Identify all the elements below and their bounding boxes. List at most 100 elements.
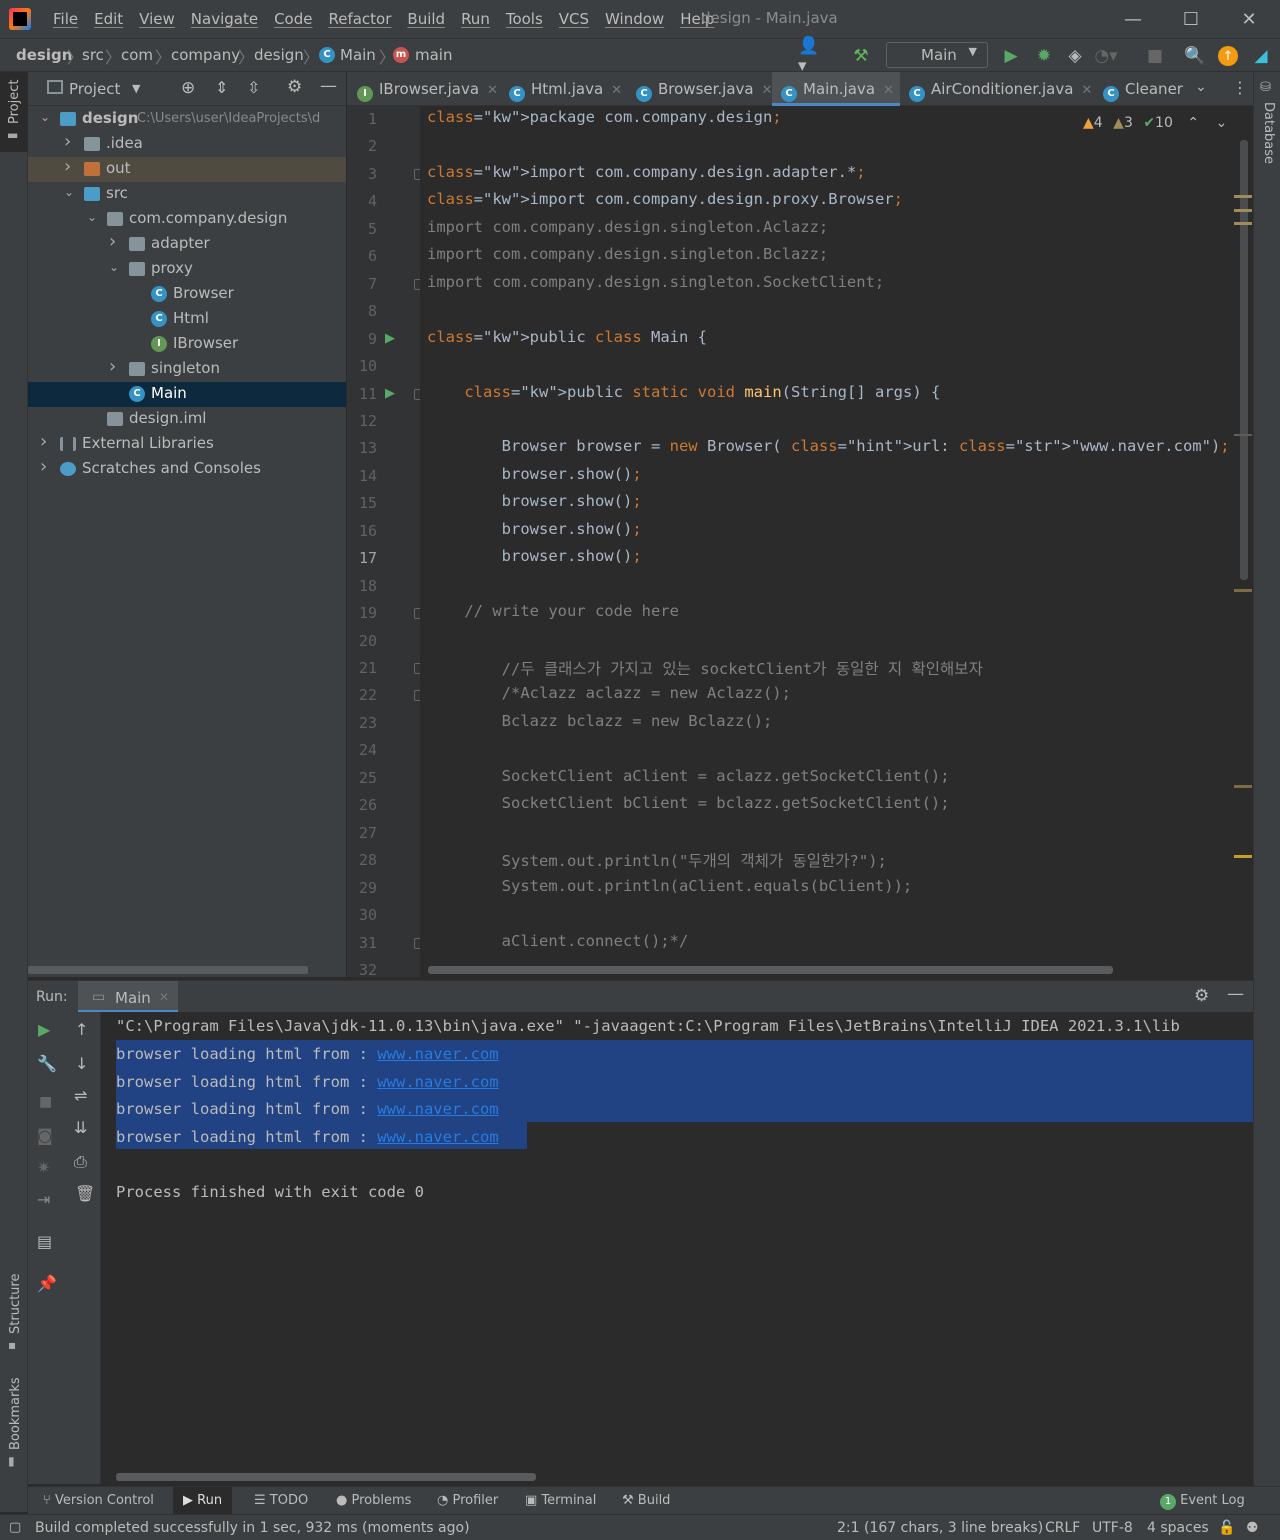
tool-problems[interactable]: ● Problems	[336, 1493, 411, 1508]
chevron-down-icon[interactable]: ⌄	[40, 110, 50, 124]
tree-item-browser[interactable]: C Browser	[28, 282, 346, 307]
hide-panel-icon[interactable]: —	[320, 76, 337, 96]
tree-item-singleton[interactable]: › singleton	[28, 356, 346, 382]
restore-layout-icon[interactable]: ✷	[37, 1158, 50, 1177]
tree-item-main[interactable]: C Main	[28, 382, 346, 407]
close-tab-icon[interactable]: ✕	[487, 83, 498, 98]
intellij-logo-icon[interactable]	[9, 8, 31, 30]
profile-icon[interactable]: ◔▾	[1094, 45, 1117, 67]
output-link[interactable]: www.naver.com	[377, 1128, 498, 1146]
close-tab-icon[interactable]: ✕	[1081, 83, 1092, 98]
tab-airconditioner[interactable]: C AirConditioner.java ✕	[909, 72, 1092, 106]
code-line[interactable]: System.out.println(aClient.equals(bClien…	[427, 877, 913, 895]
chevron-down-icon[interactable]: ⌄	[87, 210, 97, 224]
maximize-icon[interactable]: ☐	[1162, 0, 1220, 38]
menu-item-code[interactable]: Code	[266, 10, 320, 28]
unlock-icon[interactable]: 🔓	[1218, 1520, 1235, 1536]
tree-item--idea[interactable]: › .idea	[28, 131, 346, 157]
breadcrumb-design-package[interactable]: design	[254, 46, 304, 64]
tab-cleaner[interactable]: C Cleaner	[1103, 72, 1183, 106]
previous-highlight-icon[interactable]: ⌃	[1187, 115, 1199, 131]
code-line[interactable]: aClient.connect();*/	[427, 932, 689, 950]
run-gutter-icon[interactable]: ▶	[385, 386, 395, 401]
camera-icon[interactable]: ◙	[37, 1126, 53, 1145]
rerun-icon[interactable]: ▶	[38, 1020, 50, 1039]
code-line[interactable]: class="kw">package com.company.design;	[427, 108, 782, 126]
code-line[interactable]: browser.show();	[427, 492, 642, 510]
tool-todo[interactable]: ☰ TODO	[254, 1493, 308, 1508]
build-hammer-icon[interactable]: ⚒	[850, 45, 872, 67]
caret-position[interactable]: 2:1 (167 chars, 3 line breaks)	[837, 1520, 1043, 1536]
exit-icon[interactable]: ⇥	[37, 1190, 50, 1209]
stop-icon[interactable]: ■	[1144, 45, 1166, 67]
tree-item-ibrowser[interactable]: I IBrowser	[28, 332, 346, 357]
breadcrumb-main-class[interactable]: Main	[340, 46, 376, 64]
user-icon[interactable]: 👤▾	[798, 36, 820, 76]
update-icon[interactable]: ↑	[1218, 46, 1238, 66]
close-tab-icon[interactable]: ✕	[762, 83, 773, 98]
project-tool-label[interactable]: Project	[7, 80, 22, 124]
menu-item-window[interactable]: Window	[597, 10, 672, 28]
layout-icon[interactable]: ▤	[37, 1232, 52, 1251]
menu-item-view[interactable]: View	[131, 10, 183, 28]
editor-scrollbar[interactable]	[1240, 140, 1248, 580]
code-line[interactable]: //두 클래스가 가지고 있는 socketClient가 동일한 지 확인해보…	[427, 657, 983, 679]
run-gutter-icon[interactable]: ▶	[385, 331, 395, 346]
error-stripe-mark[interactable]	[1234, 195, 1252, 198]
error-stripe-mark[interactable]	[1234, 222, 1252, 225]
chevron-down-icon[interactable]: ⌄	[64, 185, 74, 199]
chevron-right-icon[interactable]: ›	[40, 431, 47, 452]
close-tab-icon[interactable]: ✕	[611, 83, 622, 98]
indent-setting[interactable]: 4 spaces	[1147, 1520, 1209, 1536]
output-link[interactable]: www.naver.com	[377, 1073, 498, 1091]
code-line[interactable]: import com.company.design.singleton.Acla…	[427, 218, 828, 236]
line-separator[interactable]: CRLF	[1045, 1520, 1080, 1536]
code-line[interactable]: import com.company.design.singleton.Sock…	[427, 273, 884, 291]
code-line[interactable]: Bclazz bclazz = new Bclazz();	[427, 712, 773, 730]
structure-tool-label[interactable]: Structure	[8, 1274, 23, 1334]
hide-panel-icon[interactable]: —	[1227, 984, 1244, 1004]
tree-item-external-libraries[interactable]: › External Libraries	[28, 431, 346, 457]
code-line[interactable]: class="kw">import com.company.design.pro…	[427, 190, 903, 208]
breadcrumb-src[interactable]: src	[82, 46, 104, 64]
code-line[interactable]: import com.company.design.singleton.Bcla…	[427, 245, 828, 263]
coverage-icon[interactable]: ◈	[1064, 45, 1086, 67]
close-tab-icon[interactable]: ✕	[883, 83, 894, 98]
error-stripe-mark[interactable]	[1234, 855, 1252, 858]
breadcrumb-company[interactable]: company	[171, 46, 240, 64]
down-arrow-icon[interactable]: ↓	[75, 1054, 88, 1073]
output-link[interactable]: www.naver.com	[377, 1045, 498, 1063]
breadcrumb-design[interactable]: design	[16, 46, 72, 64]
status-message[interactable]: Build completed successfully in 1 sec, 9…	[35, 1520, 470, 1536]
menu-item-tools[interactable]: Tools	[498, 10, 551, 28]
collapse-all-icon[interactable]: ⇳	[247, 78, 260, 97]
tree-item-scratches-and-consoles[interactable]: › Scratches and Consoles	[28, 456, 346, 482]
tree-item-design[interactable]: ⌄ design C:\Users\user\IdeaProjects\d	[28, 107, 346, 132]
menu-item-vcs[interactable]: VCS	[551, 10, 597, 28]
up-arrow-icon[interactable]: ↑	[75, 1020, 88, 1039]
pin-icon[interactable]: 📌	[37, 1274, 57, 1293]
menu-item-build[interactable]: Build	[399, 10, 453, 28]
menu-item-refactor[interactable]: Refactor	[320, 10, 399, 28]
inspector-icon[interactable]: ⚉	[1246, 1520, 1259, 1536]
output-link[interactable]: www.naver.com	[377, 1100, 498, 1118]
code-line[interactable]: SocketClient aClient = aclazz.getSocketC…	[427, 767, 950, 785]
run-configuration-select[interactable]: Main ▼	[886, 42, 988, 68]
code-line[interactable]: /*Aclazz aclazz = new Aclazz();	[427, 684, 791, 702]
error-stripe-mark[interactable]	[1234, 785, 1252, 788]
tab-html[interactable]: C Html.java ✕	[509, 72, 622, 106]
tab-browser[interactable]: C Browser.java ✕	[636, 72, 773, 106]
code-line[interactable]: class="kw">import com.company.design.ada…	[427, 163, 866, 181]
tree-item-src[interactable]: ⌄ src	[28, 182, 346, 207]
editor-horizontal-scrollbar[interactable]	[428, 966, 1113, 974]
code-line[interactable]: System.out.println("두개의 객체가 동일한가?");	[427, 849, 887, 871]
tree-item-com-company-design[interactable]: ⌄ com.company.design	[28, 207, 346, 232]
toggle-tool-window-icon[interactable]: ▢	[9, 1520, 21, 1535]
run-tab-main[interactable]: ▭ Main ✕	[78, 981, 178, 1013]
search-icon[interactable]: 🔍	[1184, 45, 1206, 67]
tree-item-proxy[interactable]: ⌄ proxy	[28, 257, 346, 282]
tool-profiler[interactable]: ◔ Profiler	[437, 1493, 498, 1508]
print-icon[interactable]: ⎙	[74, 1152, 87, 1172]
chevron-right-icon[interactable]: ›	[40, 456, 47, 477]
tree-item-design-iml[interactable]: design.iml	[28, 407, 346, 432]
